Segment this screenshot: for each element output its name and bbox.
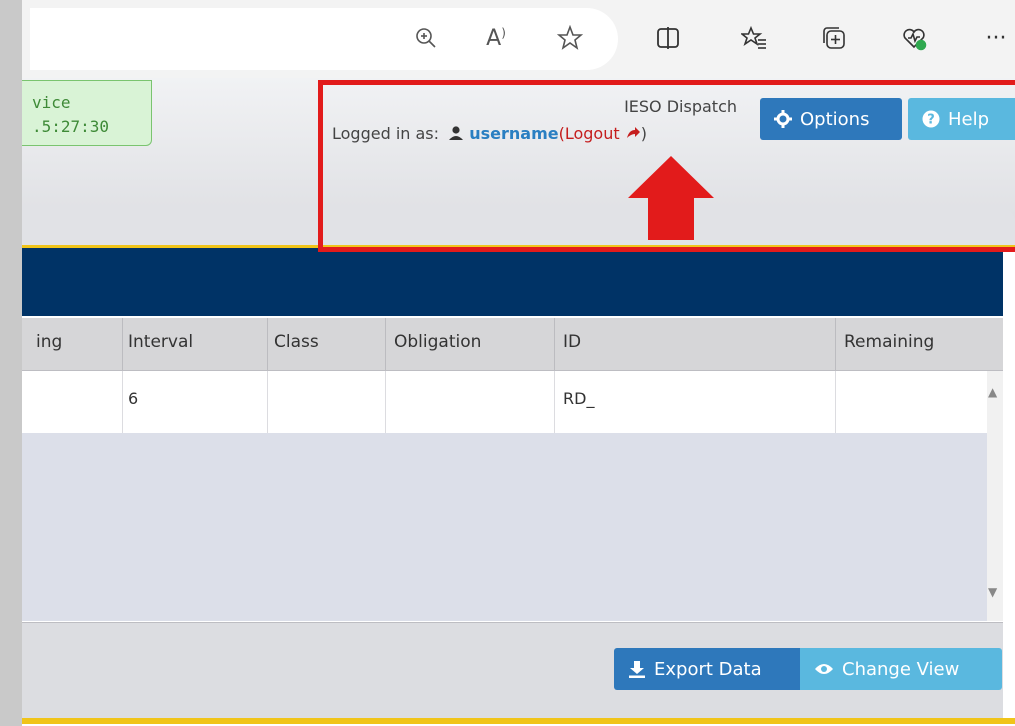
column-divider bbox=[385, 318, 386, 370]
annotation-arrow-icon bbox=[626, 156, 716, 246]
service-status-label: vice bbox=[32, 93, 71, 112]
column-divider bbox=[554, 318, 555, 370]
service-status-box: vice .5:27:30 bbox=[22, 80, 152, 146]
table-header: ing Interval Class Obligation ID Remaini… bbox=[22, 318, 1003, 371]
table-cell: RD_ bbox=[563, 389, 595, 408]
table-scrollbar[interactable]: ▲ ▼ bbox=[987, 371, 1003, 621]
zoom-icon[interactable] bbox=[408, 20, 444, 56]
export-data-label: Export Data bbox=[654, 658, 762, 680]
scroll-up-icon[interactable]: ▲ bbox=[988, 385, 997, 399]
cell-divider bbox=[267, 371, 268, 433]
panel-title-bar bbox=[22, 248, 1003, 316]
favorites-list-icon[interactable] bbox=[736, 20, 772, 56]
eye-icon bbox=[815, 664, 833, 674]
cell-divider bbox=[835, 371, 836, 433]
favorite-star-icon[interactable] bbox=[552, 20, 588, 56]
accent-rule bbox=[22, 718, 1015, 724]
split-screen-icon[interactable] bbox=[650, 20, 686, 56]
column-header[interactable]: ing bbox=[36, 332, 62, 352]
column-divider bbox=[267, 318, 268, 370]
read-aloud-icon[interactable]: A) bbox=[478, 20, 514, 56]
cell-divider bbox=[385, 371, 386, 433]
scroll-down-icon[interactable]: ▼ bbox=[988, 585, 997, 599]
left-edge-strip bbox=[0, 0, 22, 726]
column-header[interactable]: Interval bbox=[128, 332, 193, 352]
export-data-button[interactable]: Export Data bbox=[614, 648, 800, 690]
table-cell: 6 bbox=[128, 389, 139, 408]
service-status-time: .5:27:30 bbox=[32, 117, 110, 136]
more-icon[interactable]: ··· bbox=[978, 20, 1014, 56]
change-view-button[interactable]: Change View bbox=[800, 648, 1002, 690]
cell-divider bbox=[554, 371, 555, 433]
column-header[interactable]: ID bbox=[563, 332, 581, 352]
column-header[interactable]: Class bbox=[274, 332, 319, 352]
table-row[interactable]: 6 RD_ bbox=[22, 371, 987, 433]
column-divider bbox=[122, 318, 123, 370]
column-header[interactable]: Remaining bbox=[844, 332, 934, 352]
table-empty-area bbox=[22, 433, 987, 621]
address-bar[interactable] bbox=[30, 8, 618, 70]
download-icon bbox=[629, 661, 645, 678]
collections-icon[interactable] bbox=[816, 20, 852, 56]
browser-essentials-icon[interactable] bbox=[896, 20, 932, 56]
cell-divider bbox=[122, 371, 123, 433]
change-view-label: Change View bbox=[842, 658, 960, 680]
column-header[interactable]: Obligation bbox=[394, 332, 481, 352]
column-divider bbox=[835, 318, 836, 370]
